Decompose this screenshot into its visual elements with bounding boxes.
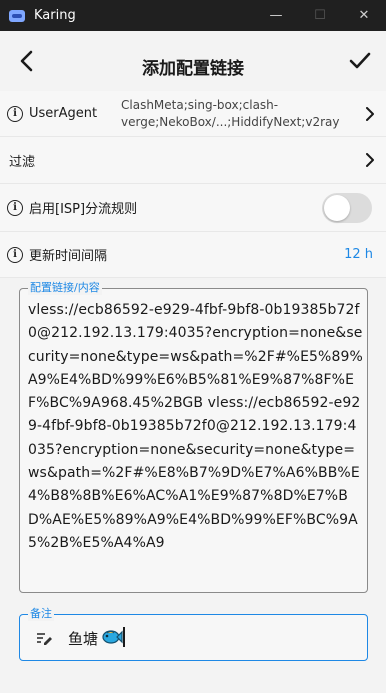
window-titlebar[interactable]: Karing — ☐ ✕ [0, 0, 386, 31]
fish-emoji-icon [102, 630, 123, 644]
config-content-field[interactable]: 配置链接/内容 vless://ecb86592-e929-4fbf-9bf8-… [19, 281, 368, 593]
isp-rules-label: 启用[ISP]分流规则 [29, 202, 138, 217]
toggle-knob [324, 195, 350, 221]
edit-note-icon [37, 633, 52, 645]
chevron-right-icon [366, 153, 374, 167]
update-interval-label: 更新时间间隔 [29, 249, 108, 264]
check-icon [349, 52, 371, 69]
page-header: 添加配置链接 [0, 31, 386, 91]
update-interval-row[interactable]: i 更新时间间隔 12 h [0, 232, 386, 278]
user-agent-row[interactable]: i UserAgent ClashMeta;sing-box;clash-ver… [0, 91, 386, 137]
chevron-right-icon [366, 106, 374, 121]
user-agent-label: UserAgent [29, 106, 98, 121]
info-icon[interactable]: i [7, 246, 23, 263]
user-agent-value: ClashMeta;sing-box;clash-verge;NekoBox/.… [121, 98, 340, 129]
info-icon[interactable]: i [7, 199, 23, 216]
config-content-label: 配置链接/内容 [28, 281, 102, 295]
update-interval-value[interactable]: 12 h [344, 247, 373, 262]
note-input-text[interactable]: 鱼塘 [68, 628, 98, 649]
isp-rules-row: i 启用[ISP]分流规则 [0, 184, 386, 232]
confirm-button[interactable] [344, 45, 376, 77]
app-logo-icon [9, 9, 25, 22]
config-content-text[interactable]: vless://ecb86592-e929-4fbf-9bf8-0b19385b… [28, 299, 364, 555]
filter-row[interactable]: 过滤 [0, 137, 386, 184]
isp-rules-toggle[interactable] [322, 193, 372, 223]
maximize-button[interactable]: ☐ [298, 0, 342, 31]
settings-list: i UserAgent ClashMeta;sing-box;clash-ver… [0, 91, 386, 278]
minimize-button[interactable]: — [254, 0, 298, 31]
filter-label: 过滤 [9, 154, 36, 170]
info-icon[interactable]: i [7, 105, 23, 122]
page-title: 添加配置链接 [142, 59, 244, 79]
close-button[interactable]: ✕ [342, 0, 386, 31]
text-caret [123, 627, 125, 647]
window-title: Karing [34, 8, 76, 23]
note-label: 备注 [28, 607, 54, 621]
note-field[interactable]: 备注 鱼塘 [19, 607, 368, 661]
